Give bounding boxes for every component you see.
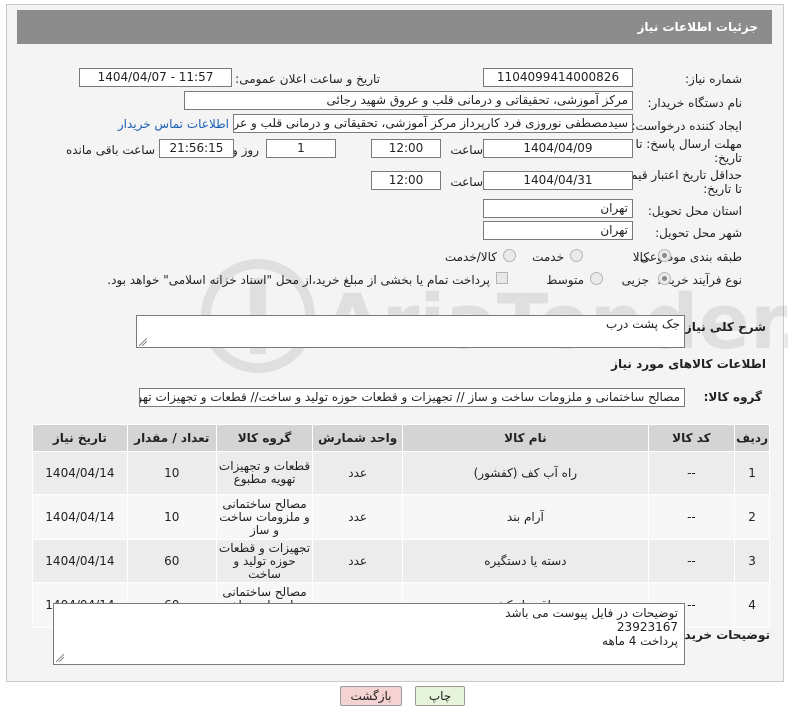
validity-date-field: 1404/04/31 — [483, 171, 633, 190]
cell-date: 1404/04/14 — [32, 494, 128, 540]
buyer-contact-link[interactable]: اطلاعات تماس خریدار — [118, 117, 229, 131]
table-row: 2 -- آرام بند عدد مصالح ساختمانی و ملزوم… — [32, 494, 770, 540]
category-radio-service[interactable] — [570, 249, 583, 262]
cell-row: 1 — [734, 451, 770, 495]
cell-name: راه آب کف (کفشور) — [402, 451, 649, 495]
cell-group: قطعات و تجهیزات تهویه مطبوع — [215, 451, 314, 495]
announce-datetime-field: 1404/04/07 - 11:57 — [79, 68, 232, 87]
cell-code: -- — [647, 451, 736, 495]
goods-group-label: گروه کالا: — [703, 390, 762, 404]
cell-qty: 10 — [126, 494, 217, 540]
days-label: روز و — [232, 143, 259, 157]
col-header-row: ردیف — [734, 424, 770, 452]
buyer-label: نام دستگاه خریدار: — [647, 96, 743, 110]
col-header-group: گروه کالا — [215, 424, 314, 452]
cell-row: 4 — [734, 582, 770, 628]
category-option-goods-service: کالا/خدمت — [444, 250, 497, 264]
col-header-name: نام کالا — [402, 424, 649, 452]
buyer-notes-line: پرداخت 4 ماهه — [602, 634, 678, 648]
cell-row: 2 — [734, 494, 770, 540]
cell-unit: عدد — [312, 494, 404, 540]
cell-row: 3 — [734, 539, 770, 583]
col-header-date: تاریخ نیاز — [32, 424, 128, 452]
treasury-payment-note: پرداخت تمام یا بخشی از مبلغ خرید،از محل … — [107, 273, 490, 287]
back-button[interactable]: بازگشت — [340, 686, 402, 706]
deadline-time-label: ساعت — [450, 143, 483, 157]
category-option-service: خدمت — [532, 250, 564, 264]
goods-info-title: اطلاعات کالاهای مورد نیاز — [611, 357, 766, 371]
validity-time-field: 12:00 — [371, 171, 441, 190]
validity-label: حداقل تاریخ اعتبار قیمت: — [615, 168, 742, 182]
province-field: تهران — [483, 199, 633, 218]
cell-unit: عدد — [312, 451, 404, 495]
col-header-code: کد کالا — [647, 424, 736, 452]
cell-date: 1404/04/14 — [32, 451, 128, 495]
description-label: شرح کلی نیاز: — [680, 320, 766, 334]
deadline-date-field: 1404/04/09 — [483, 139, 633, 158]
print-button[interactable]: چاپ — [415, 686, 465, 706]
cell-name: آرام بند — [402, 494, 649, 540]
cell-name: دسته یا دستگیره — [402, 539, 649, 583]
page-title: جزئیات اطلاعات نیاز — [637, 20, 758, 34]
province-label: استان محل تحویل: — [647, 204, 742, 218]
buyer-field: مرکز آموزشی، تحقیقاتی و درمانی قلب و عرو… — [184, 91, 633, 110]
need-number-field: 1104099414000826 — [483, 68, 633, 87]
buyer-notes-line: 23923167 — [616, 620, 678, 634]
page-header: جزئیات اطلاعات نیاز — [17, 10, 772, 44]
resize-handle-icon[interactable] — [56, 654, 64, 662]
process-option-minor: جزیی — [621, 273, 649, 287]
table-row: 1 -- راه آب کف (کفشور) عدد قطعات و تجهیز… — [32, 451, 770, 495]
remaining-label: ساعت باقی مانده — [65, 143, 155, 157]
creator-label: ایجاد کننده درخواست: — [631, 119, 742, 133]
cell-code: -- — [647, 494, 736, 540]
city-label: شهر محل تحویل: — [655, 226, 742, 240]
validity-label-date: تا تاریخ: — [703, 182, 742, 196]
remaining-time-field: 21:56:15 — [159, 139, 234, 158]
goods-table: ردیف کد کالا نام کالا واحد شمارش گروه کا… — [32, 424, 770, 628]
buyer-notes-line: توضیحات در فایل پیوست می باشد — [505, 606, 678, 620]
category-radio-goods[interactable] — [658, 249, 671, 262]
deadline-label-date: تاریخ: — [714, 151, 742, 165]
deadline-time-field: 12:00 — [371, 139, 441, 158]
col-header-qty: تعداد / مقدار — [126, 424, 217, 452]
col-header-unit: واحد شمارش — [312, 424, 404, 452]
need-number-label: شماره نیاز: — [685, 72, 742, 86]
cell-group: تجهیزات و قطعات حوزه تولید و ساخت — [215, 539, 314, 583]
process-radio-medium[interactable] — [590, 272, 603, 285]
days-field: 1 — [266, 139, 336, 158]
cell-date: 1404/04/14 — [32, 539, 128, 583]
process-option-medium: متوسط — [546, 273, 584, 287]
buyer-notes-textarea[interactable]: توضیحات در فایل پیوست می باشد 23923167 پ… — [53, 603, 685, 665]
deadline-label: مهلت ارسال پاسخ: تا — [635, 137, 742, 151]
process-radio-minor[interactable] — [658, 272, 671, 285]
city-field: تهران — [483, 221, 633, 240]
cell-code: -- — [647, 539, 736, 583]
category-option-goods: کالا — [632, 250, 649, 264]
announce-label: تاریخ و ساعت اعلان عمومی: — [235, 72, 380, 86]
treasury-payment-checkbox[interactable] — [496, 272, 508, 284]
cell-group: مصالح ساختمانی و ملزومات ساخت و ساز — [215, 494, 314, 540]
validity-time-label: ساعت — [450, 175, 483, 189]
goods-table-header: ردیف کد کالا نام کالا واحد شمارش گروه کا… — [32, 424, 770, 452]
resize-handle-icon[interactable] — [139, 338, 147, 346]
cell-qty: 10 — [126, 451, 217, 495]
table-row: 3 -- دسته یا دستگیره عدد تجهیزات و قطعات… — [32, 539, 770, 583]
category-radio-goods-service[interactable] — [503, 249, 516, 262]
creator-field: سیدمصطفی نوروزی فرد کارپرداز مرکز آموزشی… — [233, 114, 633, 133]
cell-qty: 60 — [126, 539, 217, 583]
category-label: طبقه بندی موضوعی: — [635, 250, 742, 264]
goods-group-field: مصالح ساختمانی و ملزومات ساخت و ساز // ت… — [139, 388, 685, 407]
description-textarea[interactable]: جک پشت درب — [136, 315, 685, 348]
cell-unit: عدد — [312, 539, 404, 583]
